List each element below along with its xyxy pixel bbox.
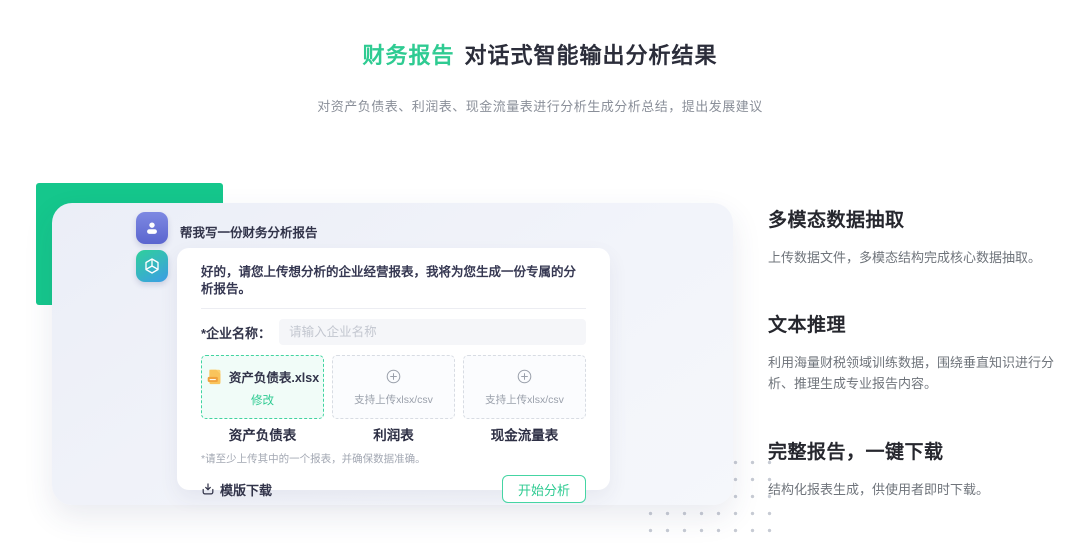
feature-desc: 上传数据文件，多模态结构完成核心数据抽取。: [768, 247, 1070, 268]
chat-card: 帮我写一份财务分析报告 好的，请您上传想分析的企业经营报表，我将为您生成一份专属…: [52, 203, 733, 505]
page: 财务报告对话式智能输出分析结果 对资产负债表、利润表、现金流量表进行分析生成分析…: [0, 0, 1080, 549]
upload-box-income-statement[interactable]: 支持上传xlsx/csv: [332, 355, 455, 419]
modify-link[interactable]: 修改: [251, 392, 274, 408]
bot-reply-card: 好的，请您上传想分析的企业经营报表，我将为您生成一份专属的分析报告。 *企业名称…: [177, 248, 610, 490]
title-rest: 对话式智能输出分析结果: [465, 43, 718, 68]
page-subtitle: 对资产负债表、利润表、现金流量表进行分析生成分析总结，提出发展建议: [0, 96, 1080, 115]
plus-icon: [516, 368, 533, 385]
feature-multimodal-extraction: 多模态数据抽取 上传数据文件，多模态结构完成核心数据抽取。: [768, 205, 1070, 268]
uploaded-file: 资产负债表.xlsx: [206, 367, 319, 386]
upload-row: 资产负债表.xlsx 修改 支持上传xlsx/csv: [201, 355, 586, 419]
upload-box-cash-flow[interactable]: 支持上传xlsx/csv: [463, 355, 586, 419]
start-analysis-button[interactable]: 开始分析: [502, 475, 586, 503]
upload-note: *请至少上传其中的一个报表，并确保数据准确。: [201, 451, 586, 466]
upload-box-balance-sheet[interactable]: 资产负债表.xlsx 修改: [201, 355, 324, 419]
feature-desc: 结构化报表生成，供使用者即时下载。: [768, 479, 1070, 500]
bot-logo-icon: [142, 256, 162, 276]
feature-title: 文本推理: [768, 310, 1070, 337]
upload-label-income-statement: 利润表: [332, 424, 455, 444]
page-title: 财务报告对话式智能输出分析结果: [0, 38, 1080, 70]
company-name-input[interactable]: [279, 319, 586, 345]
feature-text-reasoning: 文本推理 利用海量财税领域训练数据，围绕垂直知识进行分析、推理生成专业报告内容。: [768, 310, 1070, 394]
file-icon: [206, 368, 223, 385]
divider: [201, 308, 586, 309]
plus-icon: [385, 368, 402, 385]
feature-desc: 利用海量财税领域训练数据，围绕垂直知识进行分析、推理生成专业报告内容。: [768, 352, 1070, 394]
template-download-button[interactable]: 模版下载: [201, 480, 272, 499]
company-name-row: *企业名称：: [201, 319, 586, 345]
bot-avatar: [136, 250, 168, 282]
card-footer: 模版下载 开始分析: [201, 475, 586, 503]
user-avatar: [136, 212, 168, 244]
company-name-label: *企业名称：: [201, 323, 271, 342]
user-message: 帮我写一份财务分析报告: [180, 222, 318, 241]
feature-report-download: 完整报告，一键下载 结构化报表生成，供使用者即时下载。: [768, 437, 1070, 500]
template-download-label: 模版下载: [220, 480, 272, 499]
feature-title: 完整报告，一键下载: [768, 437, 1070, 464]
upload-label-balance-sheet: 资产负债表: [201, 424, 324, 444]
upload-labels-row: 资产负债表 利润表 现金流量表: [201, 424, 586, 444]
bot-message: 好的，请您上传想分析的企业经营报表，我将为您生成一份专属的分析报告。: [201, 264, 586, 298]
upload-hint: 支持上传xlsx/csv: [485, 392, 564, 407]
download-icon: [201, 482, 215, 496]
upload-hint: 支持上传xlsx/csv: [354, 392, 433, 407]
title-highlight: 财务报告: [362, 43, 454, 68]
uploaded-file-name: 资产负债表.xlsx: [229, 367, 319, 386]
person-icon: [143, 219, 161, 237]
upload-label-cash-flow: 现金流量表: [463, 424, 586, 444]
feature-title: 多模态数据抽取: [768, 205, 1070, 232]
hero: 财务报告对话式智能输出分析结果 对资产负债表、利润表、现金流量表进行分析生成分析…: [0, 38, 1080, 115]
